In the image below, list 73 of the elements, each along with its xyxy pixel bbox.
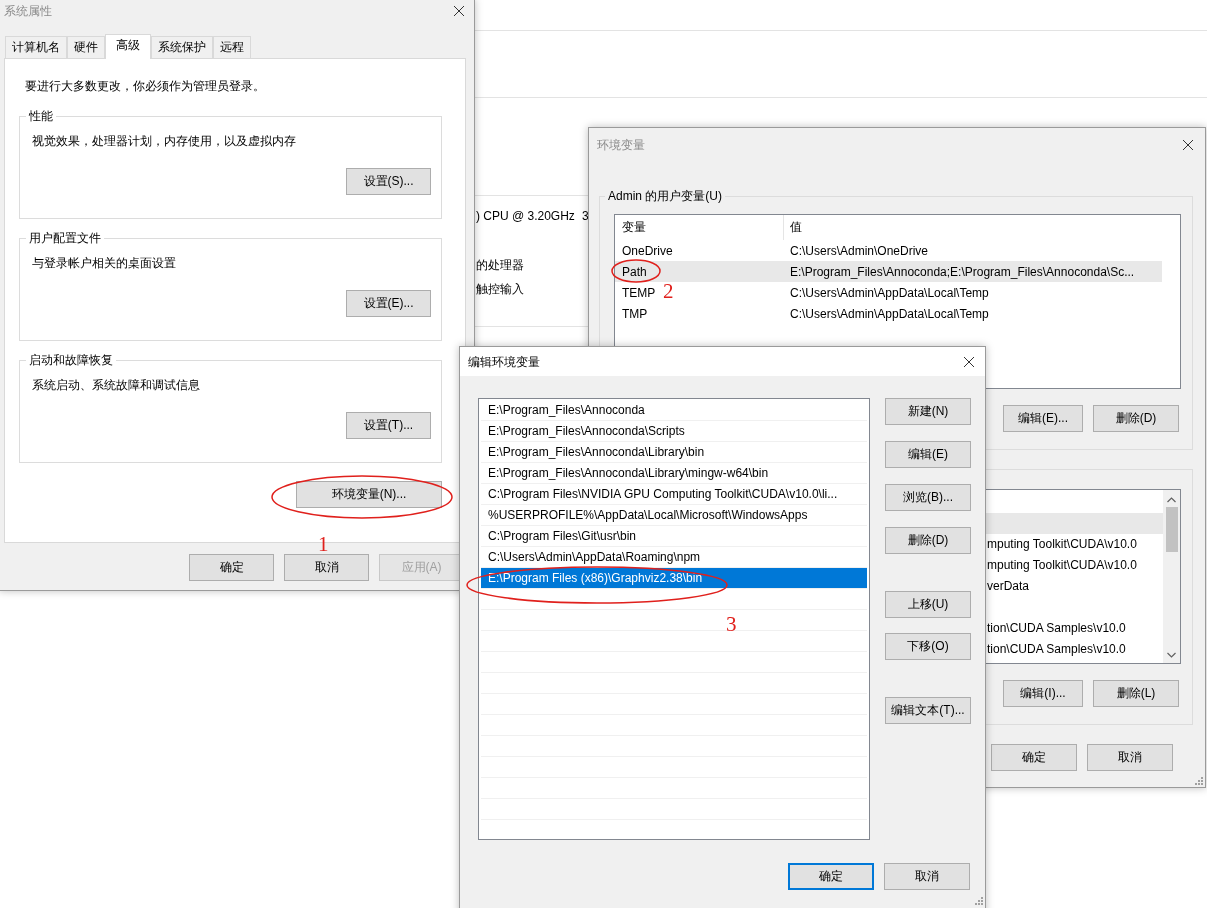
window-title: 系统属性 <box>4 2 52 19</box>
tab[interactable]: 硬件 <box>67 36 105 58</box>
list-item[interactable]: %USERPROFILE%\AppData\Local\Microsoft\WindowsApps <box>481 505 867 526</box>
column-header[interactable]: 变量 <box>615 215 784 240</box>
scrollbar[interactable] <box>1163 490 1180 663</box>
button[interactable]: 删除(L) <box>1093 680 1179 707</box>
tab[interactable]: 系统保护 <box>151 36 213 58</box>
button[interactable]: 删除(D) <box>1093 405 1179 432</box>
list-item[interactable]: C:\Program Files\Git\usr\bin <box>481 526 867 547</box>
button[interactable]: 上移(U) <box>885 591 971 618</box>
highlight-ellipse <box>611 259 661 283</box>
button[interactable]: 设置(S)... <box>346 168 431 195</box>
table-cell: OneDrive <box>622 243 673 258</box>
group-title: 启动和故障恢复 <box>26 352 116 368</box>
button[interactable]: 确定 <box>788 863 874 890</box>
table-cell-text: E:\Program_Files\Annoconda;E:\Program_Files\Annoconda\Sc... <box>789 264 1135 279</box>
info-text: ) CPU @ 3.20GHz <box>476 209 575 223</box>
button[interactable]: 下移(O) <box>885 633 971 660</box>
button[interactable]: 删除(D) <box>885 527 971 554</box>
list-item[interactable]: E:\Program_Files\Annoconda <box>481 400 867 421</box>
resize-grip-icon[interactable] <box>1193 775 1203 785</box>
table-cell: TMP <box>622 306 648 321</box>
tab[interactable]: 高级 <box>105 34 151 59</box>
notice-text: 要进行大多数更改，你必须作为管理员登录。 <box>25 78 266 95</box>
table-cell: TEMP <box>622 285 656 300</box>
button[interactable]: 设置(E)... <box>346 290 431 317</box>
close-icon[interactable] <box>454 5 464 16</box>
info-text: 3 <box>582 209 589 223</box>
table-cell-text: C:\Users\Admin\OneDrive <box>789 243 929 258</box>
group-title: 用户配置文件 <box>26 230 104 246</box>
button[interactable]: 编辑(E)... <box>1003 405 1083 432</box>
button[interactable]: 确定 <box>189 554 274 581</box>
annotation-number: 2 <box>663 280 674 302</box>
button[interactable]: 新建(N) <box>885 398 971 425</box>
description-text: 系统启动、系统故障和调试信息 <box>32 377 201 394</box>
list-item[interactable]: C:\Program Files\NVIDIA GPU Computing Toolkit\CUDA\v10.0\li... <box>481 484 867 505</box>
resize-grip-icon[interactable] <box>973 895 983 905</box>
list-item[interactable]: E:\Program_Files\Annoconda\Library\mingw-w64\bin <box>481 463 867 484</box>
annotation-number: 1 <box>318 533 329 555</box>
button[interactable]: 设置(T)... <box>346 412 431 439</box>
button[interactable]: 确定 <box>991 744 1077 771</box>
scrollbar-thumb[interactable] <box>1165 507 1178 552</box>
window-title: 环境变量 <box>597 136 645 153</box>
annotation-number: 3 <box>726 613 737 635</box>
window-title: 编辑环境变量 <box>468 353 540 370</box>
list-item[interactable]: E:\Program_Files\Annoconda\Library\bin <box>481 442 867 463</box>
button[interactable]: 浏览(B)... <box>885 484 971 511</box>
info-text: 的处理器 <box>476 257 524 274</box>
list-item[interactable]: E:\Program_Files\Annoconda\Scripts <box>481 421 867 442</box>
tab[interactable]: 计算机名 <box>5 36 67 58</box>
close-icon[interactable] <box>1183 139 1193 150</box>
group-title: Admin 的用户变量(U) <box>605 188 725 204</box>
tab[interactable]: 远程 <box>213 36 251 58</box>
description-text: 视觉效果，处理器计划，内存使用，以及虚拟内存 <box>32 133 297 150</box>
list-row[interactable]: Path E:\Program_Files\Annoconda;E:\Program_Files\Annoconda\Sc... <box>615 261 1162 282</box>
button[interactable]: 编辑(I)... <box>1003 680 1083 707</box>
button[interactable]: 取消 <box>884 863 970 890</box>
button[interactable]: 环境变量(N)... <box>296 481 442 508</box>
button[interactable]: 编辑文本(T)... <box>885 697 971 724</box>
column-header[interactable]: 值 <box>784 219 802 236</box>
table-cell: Path <box>622 264 647 279</box>
scroll-down-icon[interactable] <box>1167 652 1176 658</box>
scroll-up-icon[interactable] <box>1167 497 1176 503</box>
button[interactable]: 取消 <box>1087 744 1173 771</box>
list-item[interactable]: E:\Program Files (x86)\Graphviz2.38\bin <box>481 568 867 589</box>
table-cell-text: C:\Users\Admin\AppData\Local\Temp <box>789 306 989 321</box>
group-title: 性能 <box>26 108 56 124</box>
table-cell-text: C:\Users\Admin\AppData\Local\Temp <box>789 285 989 300</box>
close-icon[interactable] <box>964 356 974 367</box>
button[interactable]: 取消 <box>284 554 369 581</box>
button[interactable]: 编辑(E) <box>885 441 971 468</box>
info-text: 触控输入 <box>476 281 524 298</box>
description-text: 与登录帐户相关的桌面设置 <box>32 255 177 272</box>
